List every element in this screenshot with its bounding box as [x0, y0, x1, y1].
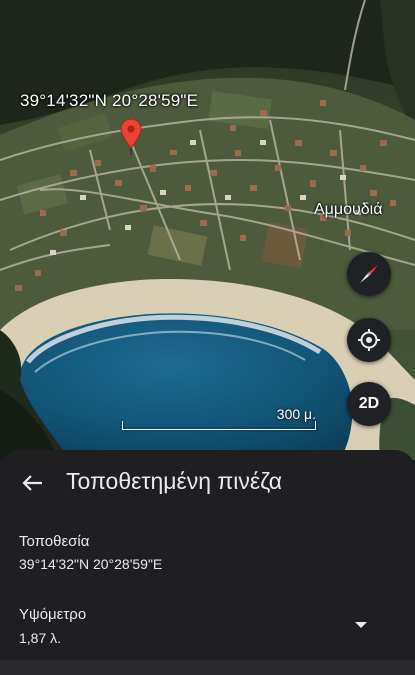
panel-title: Τοποθετημένη πινέζα — [66, 468, 283, 494]
placed-pin-panel: Τοποθετημένη πινέζα Τοποθεσία 39°14'32"N… — [0, 450, 415, 675]
satellite-map[interactable]: 39°14'32"N 20°28'59"E Αμμουδιά 2D 300 μ. — [0, 0, 415, 460]
bottom-strip — [0, 660, 415, 675]
my-location-icon — [358, 329, 380, 351]
location-value: 39°14'32"N 20°28'59"E — [19, 556, 163, 572]
scale-line — [122, 421, 316, 430]
map-pin-icon[interactable] — [120, 118, 142, 156]
view-2d-toggle-button[interactable]: 2D — [347, 382, 391, 426]
compass-icon — [360, 265, 378, 283]
panel-header: Τοποθετημένη πινέζα — [0, 450, 415, 516]
place-label-ammoudia[interactable]: Αμμουδιά — [314, 201, 382, 219]
elevation-value: 1,87 λ. — [19, 630, 62, 646]
elevation-label: Υψόμετρο — [19, 606, 87, 623]
location-label: Τοποθεσία — [19, 533, 90, 550]
map-scale-bar: 300 μ. — [122, 406, 316, 430]
compass-button[interactable] — [347, 252, 391, 296]
arrow-left-icon[interactable] — [18, 468, 48, 498]
chevron-down-icon[interactable] — [350, 618, 372, 632]
my-location-button[interactable] — [347, 318, 391, 362]
scale-label: 300 μ. — [276, 406, 316, 422]
pin-coordinates-label: 39°14'32"N 20°28'59"E — [20, 91, 199, 110]
